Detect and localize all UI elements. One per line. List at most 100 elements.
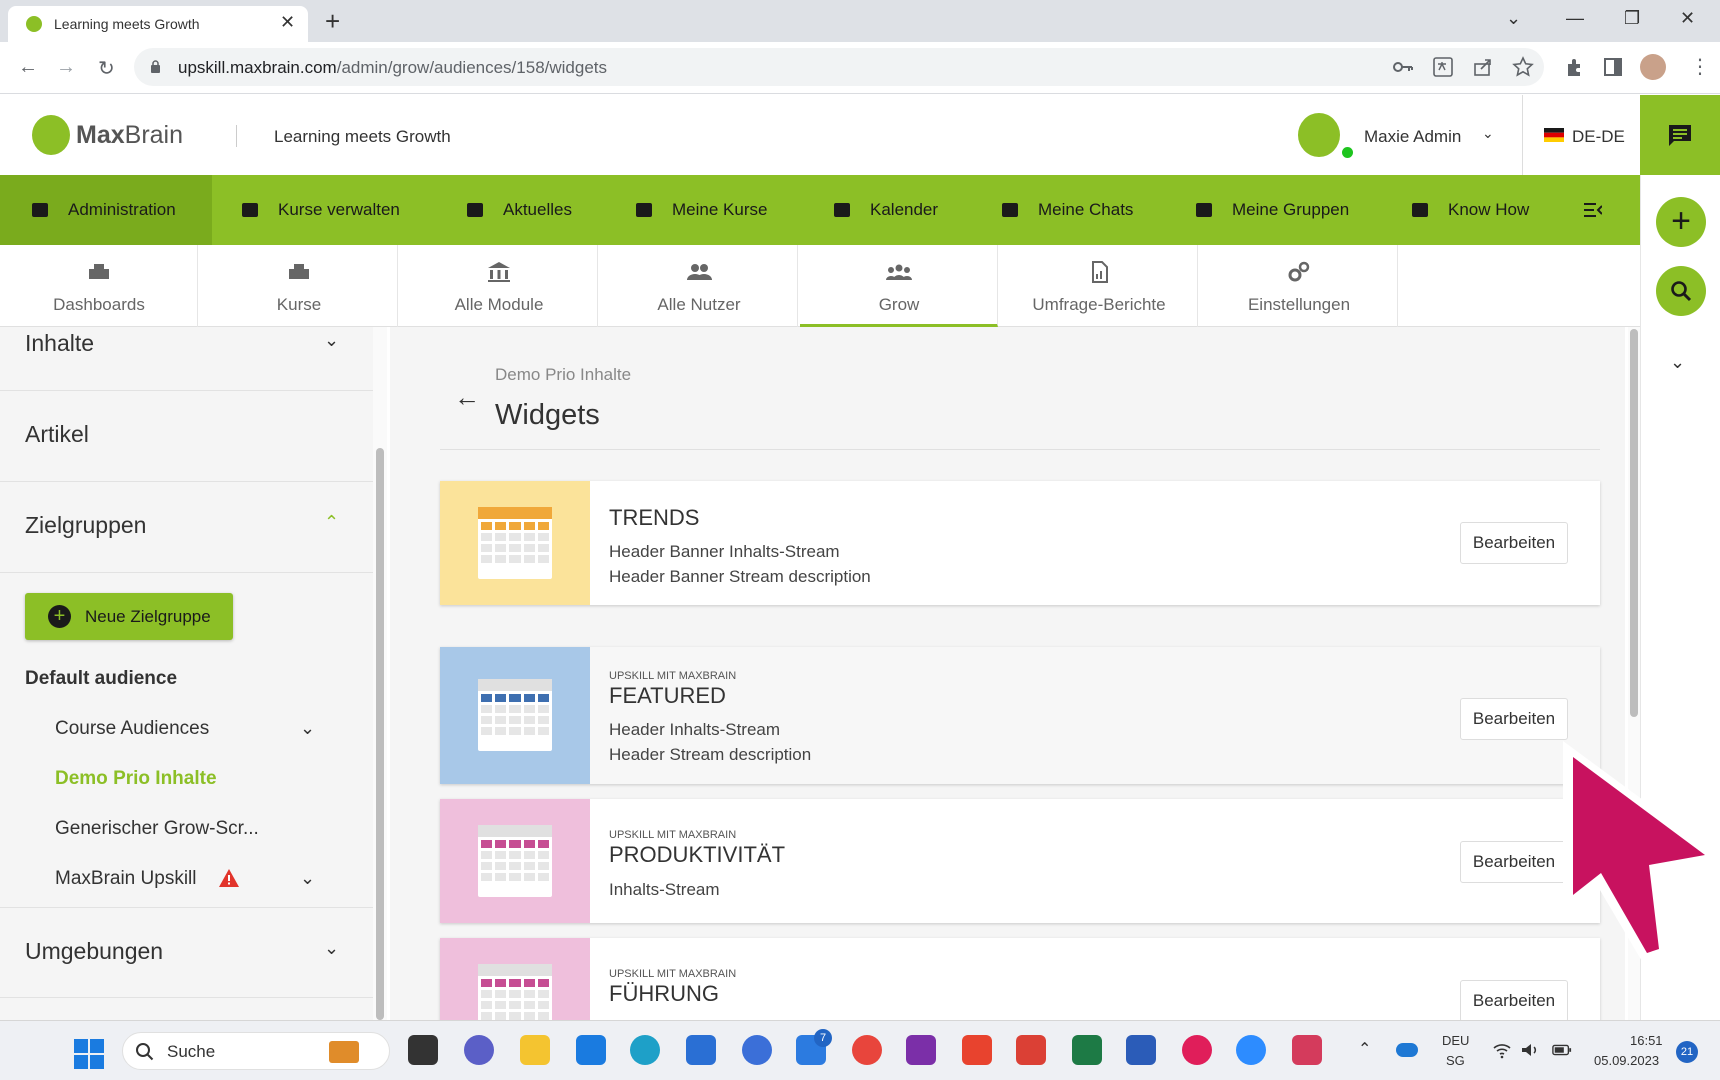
todoist-icon[interactable]: [1016, 1035, 1046, 1065]
sidebar-item-demo-prio-inhalte[interactable]: Demo Prio Inhalte: [55, 768, 217, 790]
new-tab-button[interactable]: +: [325, 6, 340, 37]
close-window-icon[interactable]: ✕: [1680, 8, 1695, 29]
sidebar-section-zielgruppen[interactable]: Zielgruppen ⌃: [0, 482, 373, 573]
slack-icon[interactable]: [1182, 1035, 1212, 1065]
reload-icon[interactable]: ↻: [98, 56, 115, 81]
mountain-app-icon[interactable]: [742, 1035, 772, 1065]
url-field[interactable]: upskill.maxbrain.com/admin/grow/audience…: [134, 48, 1544, 86]
edit-button[interactable]: Bearbeiten: [1460, 980, 1568, 1020]
nav-item-know-how[interactable]: Know How: [1412, 175, 1529, 245]
chevron-down-icon[interactable]: ⌄: [324, 938, 339, 959]
close-tab-icon[interactable]: ✕: [280, 12, 295, 33]
chevron-down-icon[interactable]: ⌄: [1670, 352, 1685, 373]
breadcrumb[interactable]: Demo Prio Inhalte: [495, 365, 631, 385]
edit-button[interactable]: Bearbeiten: [1460, 841, 1568, 883]
content-scrollbar[interactable]: [1630, 329, 1638, 717]
user-avatar[interactable]: [1298, 113, 1340, 157]
dashboard-icon: [88, 264, 109, 279]
clock-date[interactable]: 05.09.2023: [1594, 1053, 1659, 1068]
back-arrow-icon[interactable]: ←: [454, 382, 480, 413]
sidebar-section-label: Artikel: [25, 421, 89, 447]
onenote-icon[interactable]: [906, 1035, 936, 1065]
chrome-icon[interactable]: [852, 1035, 882, 1065]
nav-item-administration[interactable]: Administration: [0, 175, 212, 245]
profile-avatar[interactable]: [1640, 54, 1666, 80]
user-name[interactable]: Maxie Admin: [1364, 127, 1461, 147]
task-view-icon[interactable]: [408, 1035, 438, 1065]
language-selector[interactable]: DE-DE: [1572, 127, 1625, 147]
chevron-down-icon[interactable]: ⌄: [300, 718, 315, 739]
volume-icon[interactable]: [1520, 1041, 1540, 1059]
default-audience-link[interactable]: Default audience: [25, 668, 177, 690]
collapse-menu-icon[interactable]: [1584, 175, 1602, 245]
tab-einstellungen[interactable]: Einstellungen: [1200, 245, 1398, 327]
excel-icon[interactable]: [1072, 1035, 1102, 1065]
tab-alle-nutzer[interactable]: Alle Nutzer: [600, 245, 798, 327]
maxbrain-logo-icon[interactable]: [32, 115, 70, 155]
wifi-icon[interactable]: [1492, 1041, 1512, 1059]
snipping-tool-icon[interactable]: [1292, 1035, 1322, 1065]
edge-icon[interactable]: [630, 1035, 660, 1065]
search-icon: [1671, 281, 1692, 302]
notification-center-badge[interactable]: 21: [1676, 1041, 1698, 1063]
chevron-down-icon[interactable]: ⌄: [324, 330, 339, 351]
add-button[interactable]: +: [1656, 197, 1706, 247]
share-icon[interactable]: [1472, 56, 1494, 78]
tab-search-icon[interactable]: ⌄: [1506, 8, 1521, 29]
chevron-down-icon[interactable]: ⌄: [1482, 125, 1494, 142]
browser-tab[interactable]: Learning meets Growth ✕: [8, 6, 308, 42]
chevron-up-icon[interactable]: ⌃: [1358, 1039, 1371, 1059]
taskbar-search[interactable]: Suche: [122, 1032, 390, 1070]
edit-button[interactable]: Bearbeiten: [1460, 522, 1568, 564]
nav-item-meine-chats[interactable]: Meine Chats: [1002, 175, 1133, 245]
side-panel-icon[interactable]: [1602, 56, 1624, 78]
teams-chat-icon[interactable]: [464, 1035, 494, 1065]
chevron-up-icon[interactable]: ⌃: [324, 512, 339, 533]
sidebar-item-generischer-grow[interactable]: Generischer Grow-Scr...: [55, 818, 259, 840]
keyboard-layout[interactable]: SG: [1446, 1053, 1465, 1068]
translate-icon[interactable]: [1432, 56, 1454, 78]
tab-umfrage-berichte[interactable]: Umfrage-Berichte: [1000, 245, 1198, 327]
edit-button[interactable]: Bearbeiten: [1460, 698, 1568, 740]
bookmark-star-icon[interactable]: [1512, 56, 1534, 78]
sidebar-section-umgebungen[interactable]: Umgebungen ⌄: [0, 907, 373, 998]
minimize-icon[interactable]: —: [1566, 8, 1584, 29]
new-audience-button[interactable]: + Neue Zielgruppe: [25, 593, 233, 640]
sidebar-scrollbar[interactable]: [376, 448, 384, 1020]
nav-item-meine-kurse[interactable]: Meine Kurse: [636, 175, 767, 245]
onedrive-icon[interactable]: [1396, 1043, 1418, 1057]
figma-icon[interactable]: [962, 1035, 992, 1065]
extensions-puzzle-icon[interactable]: [1564, 56, 1586, 78]
sidebar-section-artikel[interactable]: Artikel: [0, 391, 373, 482]
l-app-icon[interactable]: [576, 1035, 606, 1065]
tab-grow[interactable]: Grow: [800, 245, 998, 327]
zoom-icon[interactable]: [1236, 1035, 1266, 1065]
nav-item-kalender[interactable]: Kalender: [834, 175, 938, 245]
clock-time[interactable]: 16:51: [1630, 1033, 1663, 1048]
lock-icon[interactable]: [150, 60, 161, 73]
keyboard-language[interactable]: DEU: [1442, 1033, 1469, 1048]
forward-arrow-icon[interactable]: →: [56, 56, 76, 79]
nav-item-aktuelles[interactable]: Aktuelles: [467, 175, 572, 245]
sidebar-section-inhalte[interactable]: Inhalte ⌄: [0, 327, 373, 391]
windows-start-icon[interactable]: [74, 1039, 104, 1069]
key-icon[interactable]: [1392, 56, 1414, 78]
tab-kurse[interactable]: Kurse: [200, 245, 398, 327]
nav-item-meine-gruppen[interactable]: Meine Gruppen: [1196, 175, 1349, 245]
maximize-icon[interactable]: ❐: [1624, 8, 1640, 29]
tab-dashboards[interactable]: Dashboards: [0, 245, 198, 327]
sidebar-item-maxbrain-upskill[interactable]: MaxBrain Upskill: [55, 868, 196, 890]
back-arrow-icon[interactable]: ←: [18, 56, 38, 79]
brand-logo-text[interactable]: MaxBrain: [76, 121, 183, 150]
battery-icon[interactable]: [1552, 1041, 1572, 1059]
chevron-down-icon[interactable]: ⌄: [300, 868, 315, 889]
word-icon[interactable]: [1126, 1035, 1156, 1065]
nav-item-kurse-verwalten[interactable]: Kurse verwalten: [242, 175, 400, 245]
file-explorer-icon[interactable]: [520, 1035, 550, 1065]
browser-menu-icon[interactable]: ⋮: [1690, 54, 1710, 79]
tab-alle-module[interactable]: Alle Module: [400, 245, 598, 327]
chat-button[interactable]: [1640, 95, 1720, 175]
sidebar-item-course-audiences[interactable]: Course Audiences: [55, 718, 209, 740]
search-button[interactable]: [1656, 266, 1706, 316]
store-icon[interactable]: [686, 1035, 716, 1065]
